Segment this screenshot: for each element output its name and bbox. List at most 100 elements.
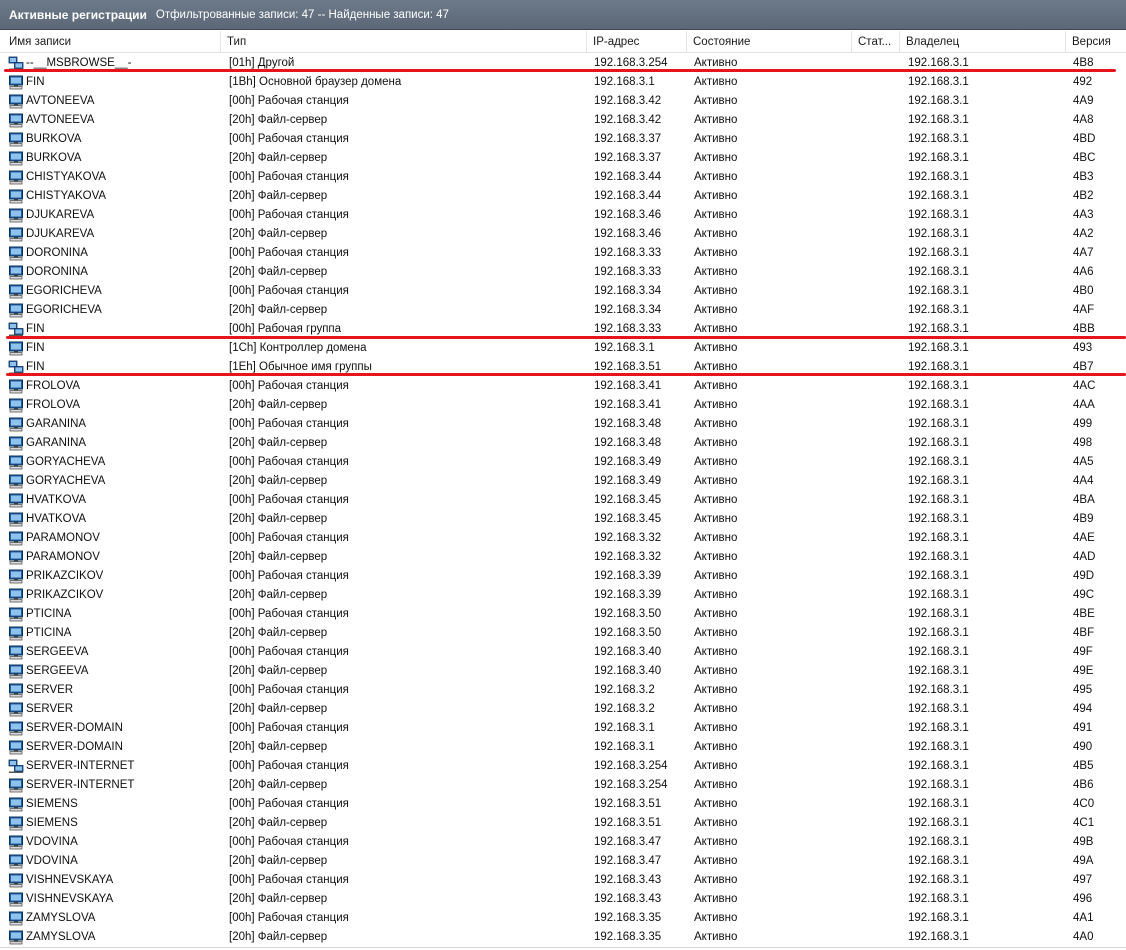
record-owner: 192.168.3.1: [908, 247, 969, 259]
table-row[interactable]: VISHNEVSKAYA [00h] Рабочая станция 192.168…: [0, 871, 1126, 890]
column-header-ip[interactable]: IP-адрес: [588, 31, 687, 53]
table-row[interactable]: VISHNEVSKAYA [20h] Файл-сервер 192.168.3.4…: [0, 890, 1126, 909]
column-header-static[interactable]: Стат...: [853, 31, 900, 53]
table-row[interactable]: BURKOVA [20h] Файл-сервер 192.168.3.37 Акти…: [0, 149, 1126, 168]
record-state: Активно: [694, 684, 738, 696]
record-ip: 192.168.3.41: [594, 380, 662, 392]
table-row[interactable]: DORONINA [00h] Рабочая станция 192.168.3.3…: [0, 244, 1126, 263]
table-row[interactable]: HVATKOVA [00h] Рабочая станция 192.168.3.4…: [0, 491, 1126, 510]
table-row[interactable]: GORYACHEVA [20h] Файл-сервер 192.168.3.49 А…: [0, 472, 1126, 491]
record-ip: 192.168.3.45: [594, 513, 662, 525]
table-row[interactable]: VDOVINA [20h] Файл-сервер 192.168.3.47 Акти…: [0, 852, 1126, 871]
table-row[interactable]: PTICINA [00h] Рабочая станция 192.168.3.50…: [0, 605, 1126, 624]
computer-icon: [8, 892, 24, 907]
record-name: ZAMYSLOVA: [26, 912, 96, 924]
computer-icon: [8, 303, 24, 318]
record-owner: 192.168.3.1: [908, 190, 969, 202]
table-row[interactable]: SERGEEVA [00h] Рабочая станция 192.168.3.4…: [0, 643, 1126, 662]
table-row[interactable]: PRIKAZCIKOV [00h] Рабочая станция 192.168.…: [0, 567, 1126, 586]
table-row[interactable]: SERVER-DOMAIN [20h] Файл-сервер 192.168.3.…: [0, 738, 1126, 757]
record-name: SERVER: [26, 703, 74, 715]
record-owner: 192.168.3.1: [908, 874, 969, 886]
record-state: Активно: [694, 285, 738, 297]
column-header-type[interactable]: Тип: [222, 31, 587, 53]
column-header-state[interactable]: Состояние: [688, 31, 852, 53]
record-version: 492: [1073, 76, 1093, 88]
record-version: 4B6: [1073, 779, 1094, 791]
table-row[interactable]: GARANINA [00h] Рабочая станция 192.168.3.4…: [0, 415, 1126, 434]
table-row[interactable]: AVTONEEVA [00h] Рабочая станция 192.168.3.…: [0, 92, 1126, 111]
record-ip: 192.168.3.51: [594, 798, 662, 810]
computer-icon: [8, 550, 24, 565]
record-owner: 192.168.3.1: [908, 494, 969, 506]
record-ip: 192.168.3.2: [594, 684, 655, 696]
table-row[interactable]: PRIKAZCIKOV [20h] Файл-сервер 192.168.3.39…: [0, 586, 1126, 605]
table-row[interactable]: CHISTYAKOVA [00h] Рабочая станция 192.168.…: [0, 168, 1126, 187]
record-ip: 192.168.3.254: [594, 779, 668, 791]
record-version: 4BA: [1073, 494, 1095, 506]
table-row[interactable]: PARAMONOV [00h] Рабочая станция 192.168.3.…: [0, 529, 1126, 548]
table-row[interactable]: FROLOVA [20h] Файл-сервер 192.168.3.41 Акти…: [0, 396, 1126, 415]
table-row[interactable]: SERGEEVA [20h] Файл-сервер 192.168.3.40 Акт…: [0, 662, 1126, 681]
table-row[interactable]: HVATKOVA [20h] Файл-сервер 192.168.3.45 Акт…: [0, 510, 1126, 529]
table-row[interactable]: DJUKAREVA [00h] Рабочая станция 192.168.3.…: [0, 206, 1126, 225]
record-version: 4BC: [1073, 152, 1096, 164]
table-row[interactable]: SERVER-INTERNET [00h] Рабочая станция 192.…: [0, 757, 1126, 776]
computer-icon: [8, 740, 24, 755]
computer-icon: [8, 436, 24, 451]
table-row[interactable]: SIEMENS [20h] Файл-сервер 192.168.3.51 Акти…: [0, 814, 1126, 833]
table-row[interactable]: ZAMYSLOVA [20h] Файл-сервер 192.168.3.35 Ак…: [0, 928, 1126, 947]
record-type: [20h] Файл-сервер: [229, 665, 328, 677]
record-state: Активно: [694, 589, 738, 601]
record-state: Активно: [694, 171, 738, 183]
table-row[interactable]: FIN [1Ch] Контроллер домена 192.168.3.1 Акт…: [0, 339, 1126, 358]
column-header-version[interactable]: Версия: [1067, 31, 1126, 53]
column-header-owner[interactable]: Владелец: [901, 31, 1066, 53]
record-state: Активно: [694, 95, 738, 107]
record-state: Активно: [694, 817, 738, 829]
record-state: Активно: [694, 551, 738, 563]
table-row[interactable]: ZAMYSLOVA [00h] Рабочая станция 192.168.3.…: [0, 909, 1126, 928]
computer-icon: [8, 664, 24, 679]
table-row[interactable]: CHISTYAKOVA [20h] Файл-сервер 192.168.3.44…: [0, 187, 1126, 206]
record-owner: 192.168.3.1: [908, 741, 969, 753]
record-ip: 192.168.3.43: [594, 893, 662, 905]
column-header-row: Имя записи Тип IP-адрес Состояние Стат..…: [0, 31, 1126, 53]
record-type: [20h] Файл-сервер: [229, 114, 328, 126]
table-row[interactable]: GORYACHEVA [00h] Рабочая станция 192.168.3…: [0, 453, 1126, 472]
table-row[interactable]: BURKOVA [00h] Рабочая станция 192.168.3.37…: [0, 130, 1126, 149]
table-row[interactable]: DJUKAREVA [20h] Файл-сервер 192.168.3.46 Ак…: [0, 225, 1126, 244]
column-header-name[interactable]: Имя записи: [4, 31, 221, 53]
table-row[interactable]: SERVER [00h] Рабочая станция 192.168.3.2 Ак…: [0, 681, 1126, 700]
table-row[interactable]: AVTONEEVA [20h] Файл-сервер 192.168.3.42 Ак…: [0, 111, 1126, 130]
record-version: 493: [1073, 342, 1093, 354]
computer-icon: [8, 151, 24, 166]
table-row[interactable]: PARAMONOV [20h] Файл-сервер 192.168.3.32 Ак…: [0, 548, 1126, 567]
table-row[interactable]: VDOVINA [00h] Рабочая станция 192.168.3.47…: [0, 833, 1126, 852]
table-row[interactable]: SIEMENS [00h] Рабочая станция 192.168.3.51…: [0, 795, 1126, 814]
record-type: [00h] Рабочая станция: [229, 418, 349, 430]
table-row[interactable]: EGORICHEVA [20h] Файл-сервер 192.168.3.34 А…: [0, 301, 1126, 320]
table-row[interactable]: SERVER-DOMAIN [00h] Рабочая станция 192.16…: [0, 719, 1126, 738]
computer-icon: [8, 94, 24, 109]
record-version: 4A2: [1073, 228, 1094, 240]
table-row[interactable]: GARANINA [20h] Файл-сервер 192.168.3.48 Акт…: [0, 434, 1126, 453]
record-name: DJUKAREVA: [26, 209, 95, 221]
table-row[interactable]: EGORICHEVA [00h] Рабочая станция 192.168.3…: [0, 282, 1126, 301]
record-version: 4A6: [1073, 266, 1094, 278]
table-row[interactable]: PTICINA [20h] Файл-сервер 192.168.3.50 Акти…: [0, 624, 1126, 643]
record-type: [20h] Файл-сервер: [229, 228, 328, 240]
table-row[interactable]: SERVER-INTERNET [20h] Файл-сервер 192.168.…: [0, 776, 1126, 795]
record-version: 49C: [1073, 589, 1095, 601]
table-row[interactable]: FROLOVA [00h] Рабочая станция 192.168.3.41…: [0, 377, 1126, 396]
table-row[interactable]: DORONINA [20h] Файл-сервер 192.168.3.33 Акт…: [0, 263, 1126, 282]
record-name: SIEMENS: [26, 817, 78, 829]
computer-icon: [8, 797, 24, 812]
record-ip: 192.168.3.254: [594, 760, 668, 772]
record-name: PTICINA: [26, 627, 72, 639]
table-row[interactable]: SERVER [20h] Файл-сервер 192.168.3.2 Активн…: [0, 700, 1126, 719]
table-row[interactable]: FIN [1Bh] Основной браузер домена 192.168.…: [0, 73, 1126, 92]
record-state: Активно: [694, 494, 738, 506]
record-version: 4C1: [1073, 817, 1095, 829]
record-name: HVATKOVA: [26, 494, 87, 506]
